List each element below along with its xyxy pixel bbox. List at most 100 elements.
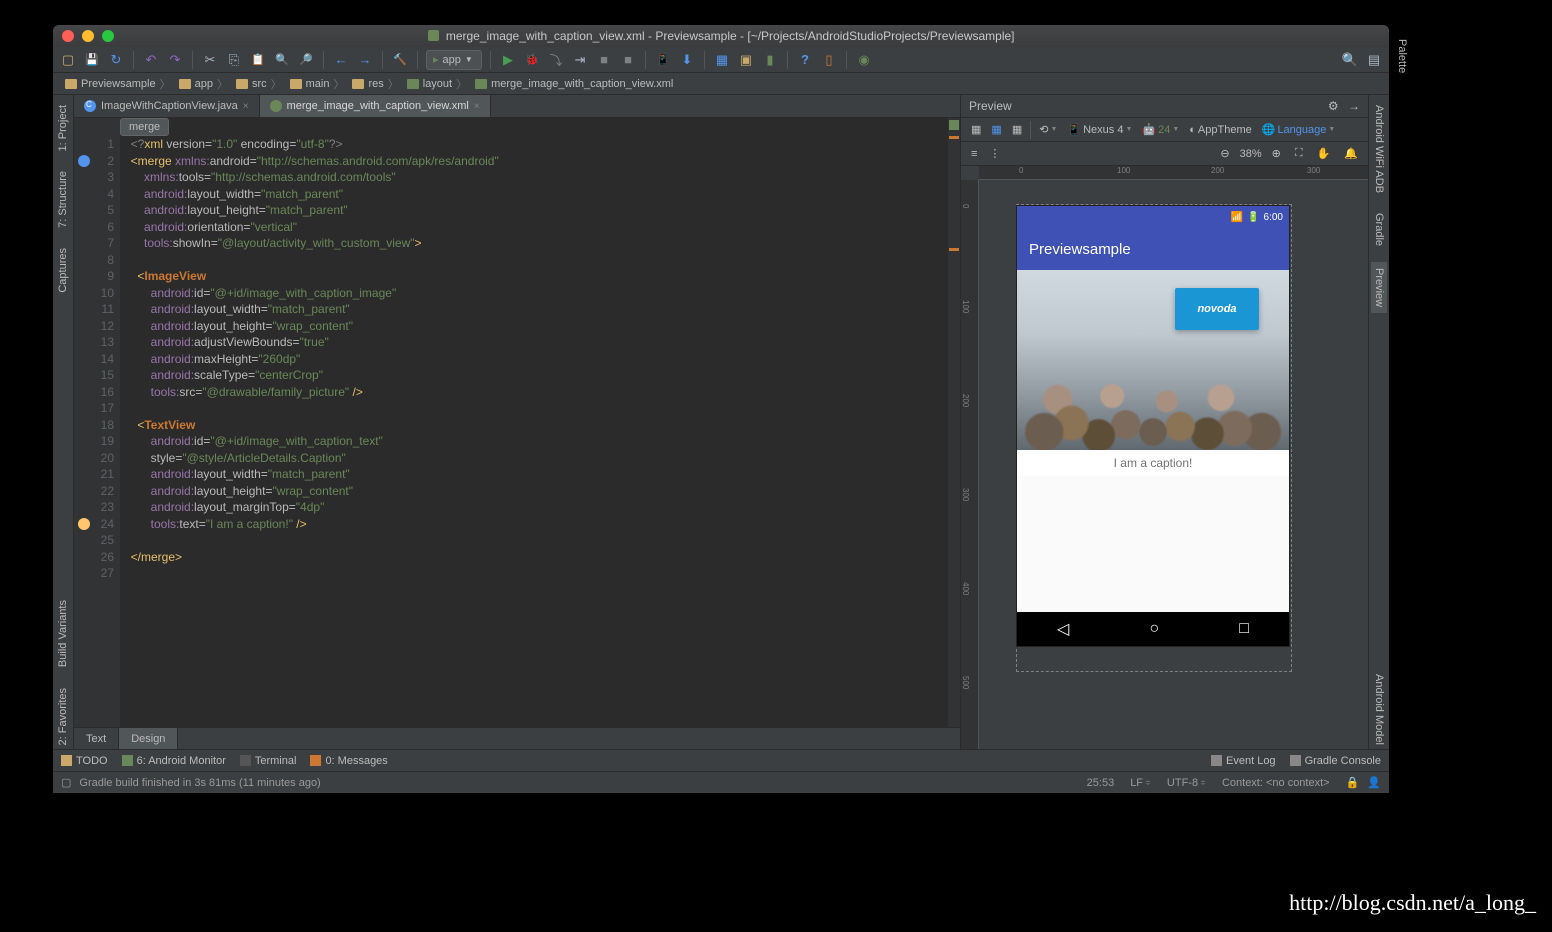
android-icon[interactable]: ◉	[855, 51, 873, 69]
orientation-button[interactable]: ⟲▼	[1035, 121, 1061, 139]
copy-button[interactable]	[225, 51, 243, 69]
tool-window-messages[interactable]: 0: Messages	[310, 755, 387, 767]
line-separator-dd[interactable]: ≑	[1145, 779, 1151, 787]
replace-button[interactable]	[297, 51, 315, 69]
code-text[interactable]: <?xml version="1.0" encoding="utf-8"?> <…	[120, 118, 948, 727]
tool-window-android-model[interactable]: Android Model	[1373, 670, 1385, 749]
code-editor[interactable]: merge 1234567891011121314151617181920212…	[74, 118, 960, 727]
notifications-button[interactable]: 🔔	[1340, 145, 1362, 163]
paste-button[interactable]	[249, 51, 267, 69]
api-selector[interactable]: 🤖24▼	[1138, 121, 1183, 139]
design-surface-button[interactable]: ▦	[967, 121, 985, 139]
nav-forward-button[interactable]	[356, 51, 374, 69]
attach-debugger-button[interactable]: ⇥	[571, 51, 589, 69]
gear-icon[interactable]: ⚙	[1328, 99, 1339, 113]
find-button[interactable]	[273, 51, 291, 69]
tool-window-favorites[interactable]: 2: Favorites	[57, 684, 69, 749]
hector-icon[interactable]: 👤	[1367, 776, 1381, 789]
close-tab-icon[interactable]: ×	[474, 101, 480, 112]
undo-button[interactable]	[142, 51, 160, 69]
stop-button[interactable]: ■	[595, 51, 613, 69]
recents-icon[interactable]: □	[1239, 620, 1249, 638]
tool-window-terminal[interactable]: Terminal	[240, 755, 297, 767]
home-icon[interactable]: ○	[1149, 620, 1159, 638]
sdk-manager-button[interactable]	[678, 51, 696, 69]
device-button[interactable]: ▯	[820, 51, 838, 69]
file-encoding-dd[interactable]: ≑	[1200, 779, 1206, 787]
pan-button[interactable]: ✋	[1313, 145, 1335, 163]
cursor-position[interactable]: 25:53	[1087, 777, 1115, 789]
search-everywhere-button[interactable]: 🔍	[1341, 51, 1359, 69]
both-button[interactable]: ▦	[1008, 121, 1026, 139]
tool-window-captures[interactable]: Captures	[57, 244, 69, 297]
breadcrumb[interactable]: merge_image_with_caption_view.xml	[471, 78, 677, 90]
toggle-properties-button[interactable]: ⋮	[985, 145, 1004, 163]
zoom-window-button[interactable]	[102, 30, 114, 42]
error-stripe[interactable]	[948, 118, 960, 727]
tool-window-event-log[interactable]: Event Log	[1211, 755, 1276, 767]
editor-tab-java[interactable]: ImageWithCaptionView.java ×	[74, 95, 260, 117]
device-selector[interactable]: 📱Nexus 4▼	[1063, 121, 1136, 139]
tool-window-todo[interactable]: TODO	[61, 755, 108, 767]
editor-tab-xml[interactable]: merge_image_with_caption_view.xml ×	[260, 95, 491, 117]
breadcrumb[interactable]: app〉	[175, 76, 232, 92]
redo-button[interactable]	[166, 51, 184, 69]
warning-marker[interactable]	[949, 136, 959, 139]
run-configuration-selector[interactable]: ▸ app ▼	[426, 50, 482, 70]
breadcrumb[interactable]: main〉	[286, 76, 349, 92]
save-button[interactable]	[83, 51, 101, 69]
separator	[490, 51, 491, 69]
stop-all-button[interactable]: ■	[619, 51, 637, 69]
file-encoding[interactable]: UTF-8	[1167, 777, 1198, 789]
run-with-coverage-button[interactable]	[547, 51, 565, 69]
close-window-button[interactable]	[62, 30, 74, 42]
warning-marker[interactable]	[949, 248, 959, 251]
android-monitor-button[interactable]: ▮	[761, 51, 779, 69]
breadcrumb[interactable]: src〉	[232, 76, 286, 92]
tool-window-gradle[interactable]: Gradle	[1373, 209, 1385, 250]
run-button[interactable]	[499, 51, 517, 69]
tool-window-structure[interactable]: 7: Structure	[57, 167, 69, 232]
nav-back-button[interactable]	[332, 51, 350, 69]
designer-tab-text[interactable]: Text	[74, 728, 119, 749]
status-bar-icon[interactable]: ▢	[61, 776, 71, 789]
preview-canvas[interactable]: 0 100 200 300 0 100 200 300 400 500 📶	[961, 166, 1368, 749]
breadcrumb[interactable]: res〉	[348, 76, 402, 92]
debug-button[interactable]	[523, 51, 541, 69]
settings-button[interactable]: ▤	[1365, 51, 1383, 69]
zoom-out-button[interactable]: ⊖	[1216, 145, 1233, 163]
zoom-in-button[interactable]: ⊕	[1268, 145, 1285, 163]
zoom-fit-button[interactable]: ⛶	[1291, 145, 1307, 163]
line-separator[interactable]: LF	[1130, 777, 1143, 789]
context-indicator[interactable]: Context: <no context>	[1222, 777, 1330, 789]
lock-icon[interactable]: 🔒	[1346, 776, 1360, 789]
breadcrumb[interactable]: Previewsample〉	[61, 76, 175, 92]
theme-selector[interactable]: ◐AppTheme	[1185, 121, 1255, 139]
back-icon[interactable]: ◁	[1057, 619, 1069, 639]
minimize-window-button[interactable]	[82, 30, 94, 42]
tool-window-gradle-console[interactable]: Gradle Console	[1290, 755, 1381, 767]
cut-button[interactable]	[201, 51, 219, 69]
tool-window-android-monitor[interactable]: 6: Android Monitor	[122, 755, 226, 767]
tool-window-build-variants[interactable]: Build Variants	[57, 596, 69, 671]
avd-manager-button[interactable]	[654, 51, 672, 69]
xml-file-icon	[475, 79, 487, 89]
layout-inspector-button[interactable]: ▦	[713, 51, 731, 69]
tool-window-preview[interactable]: Preview	[1371, 262, 1387, 313]
theme-editor-button[interactable]: ▣	[737, 51, 755, 69]
make-project-button[interactable]	[391, 51, 409, 69]
hide-icon[interactable]: →	[1348, 99, 1360, 113]
sync-button[interactable]	[107, 51, 125, 69]
open-button[interactable]	[59, 51, 77, 69]
palette-label[interactable]: Palette	[1396, 35, 1408, 77]
breadcrumb[interactable]: layout〉	[403, 76, 471, 92]
device-preview[interactable]: 📶 🔋 6:00 Previewsample novoda I am a cap…	[1017, 206, 1289, 646]
language-selector[interactable]: 🌐Language▼	[1258, 121, 1340, 139]
tool-window-project[interactable]: 1: Project	[57, 101, 69, 155]
designer-tab-design[interactable]: Design	[119, 728, 178, 749]
blueprint-button[interactable]: ▦	[987, 121, 1005, 139]
tool-window-wifi-adb[interactable]: Android WiFi ADB	[1373, 101, 1385, 197]
close-tab-icon[interactable]: ×	[243, 101, 249, 112]
toggle-component-tree-button[interactable]: ≡	[967, 145, 981, 163]
help-button[interactable]	[796, 51, 814, 69]
